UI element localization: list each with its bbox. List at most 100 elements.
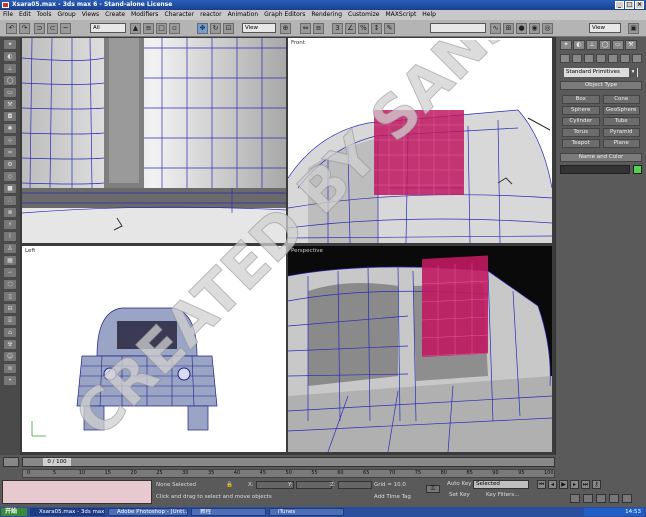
previous-frame-icon[interactable]: ◂	[548, 480, 557, 489]
bind-space-warp-icon[interactable]: ~	[60, 23, 71, 34]
zoom-all-icon[interactable]	[583, 494, 593, 503]
minimize-button[interactable]: _	[615, 1, 624, 9]
character-icon[interactable]: ☺	[4, 352, 16, 361]
select-rotate-icon[interactable]: ↻	[210, 23, 221, 34]
reactor-icon[interactable]: ☢	[4, 340, 16, 349]
start-button[interactable]: 开始	[1, 508, 27, 516]
percent-snap-icon[interactable]: %	[358, 23, 369, 34]
render-last-icon[interactable]: ▣	[628, 23, 639, 34]
viewport-perspective[interactable]: Perspective	[288, 246, 552, 452]
spacewarp-icon[interactable]: ≈	[4, 148, 16, 157]
menu-file[interactable]: File	[3, 10, 13, 20]
left-viewport-label[interactable]: Left	[25, 248, 35, 254]
box-button[interactable]: Box	[562, 95, 600, 104]
utilities-icon[interactable]: ⚒	[4, 100, 16, 109]
named-selection-edit-icon[interactable]: ✎	[384, 23, 395, 34]
select-by-name-icon[interactable]: ≡	[143, 23, 154, 34]
stairs-icon[interactable]: ⌸	[4, 316, 16, 325]
bone-icon[interactable]: ⌇	[4, 232, 16, 241]
menu-help[interactable]: Help	[422, 10, 436, 20]
angle-snap-icon[interactable]: ∠	[345, 23, 356, 34]
menu-rendering[interactable]: Rendering	[311, 10, 342, 20]
select-scale-icon[interactable]: ⊡	[223, 23, 234, 34]
render-scene-icon[interactable]: ◉	[529, 23, 540, 34]
sphere-button[interactable]: Sphere	[562, 106, 600, 115]
task-itunes[interactable]: iTunes	[269, 508, 344, 516]
redo-icon[interactable]: ↷	[19, 23, 30, 34]
motion-tab[interactable]: ◯	[599, 40, 611, 50]
shape-icon[interactable]: ◇	[4, 172, 16, 181]
door-icon[interactable]: ▯	[4, 292, 16, 301]
cone-button[interactable]: Cone	[602, 95, 640, 104]
menu-views[interactable]: Views	[82, 10, 99, 20]
material-editor-icon[interactable]: ●	[516, 23, 527, 34]
create-icon[interactable]: ✦	[4, 40, 16, 49]
quick-render-icon[interactable]: ◎	[542, 23, 553, 34]
selection-filter-dropdown[interactable]: All	[90, 23, 126, 33]
cloth-icon[interactable]: ≋	[4, 364, 16, 373]
link-icon[interactable]: ⊃	[34, 23, 45, 34]
biped-icon[interactable]: ♙	[4, 244, 16, 253]
object-color-swatch[interactable]	[633, 165, 642, 174]
modify-tab[interactable]: ◐	[573, 40, 585, 50]
zoom-icon[interactable]	[570, 494, 580, 503]
object-type-rollout[interactable]: Object Type	[560, 81, 642, 90]
align-icon[interactable]: ≡	[313, 23, 324, 34]
utilities-tab[interactable]: ⚒	[625, 40, 637, 50]
create-tab[interactable]: ✦	[560, 40, 572, 50]
task-3dsmax[interactable]: Xsara05.max - 3ds max ...	[30, 508, 105, 516]
maxscript-listener[interactable]	[2, 480, 152, 504]
undo-icon[interactable]: ↶	[6, 23, 17, 34]
select-object-icon[interactable]: ▲	[130, 23, 141, 34]
perspective-viewport-label[interactable]: Perspective	[291, 248, 323, 254]
auto-key-button[interactable]: Auto Key	[447, 481, 472, 487]
snap-toggle-icon[interactable]: 3	[332, 23, 343, 34]
mini-listener-icon[interactable]	[3, 457, 19, 467]
select-move-icon[interactable]: ✥	[197, 23, 208, 34]
light-icon[interactable]: ✱	[4, 124, 16, 133]
plane-button[interactable]: Plane	[602, 139, 640, 148]
lights-category-icon[interactable]	[584, 54, 594, 63]
pyramid-button[interactable]: Pyramid	[602, 128, 640, 137]
menu-animation[interactable]: Animation	[228, 10, 259, 20]
geometry-category-icon[interactable]	[560, 54, 570, 63]
z-coordinate-field[interactable]	[338, 481, 372, 489]
menu-graph-editors[interactable]: Graph Editors	[264, 10, 305, 20]
orbit-icon[interactable]	[609, 494, 619, 503]
key-icon[interactable]: ⚿	[426, 485, 440, 493]
unlink-icon[interactable]: ⊂	[47, 23, 58, 34]
torus-button[interactable]: Torus	[562, 128, 600, 137]
pan-icon[interactable]	[596, 494, 606, 503]
key-mode-toggle-icon[interactable]: ⚷	[592, 480, 601, 489]
cylinder-button[interactable]: Cylinder	[562, 117, 600, 126]
camera-icon[interactable]: ◘	[4, 112, 16, 121]
viewport-left[interactable]: Left	[22, 246, 286, 452]
motion-icon[interactable]: ◯	[4, 76, 16, 85]
dynamics-icon[interactable]: ⚡	[4, 220, 16, 229]
display-icon[interactable]: ▭	[4, 88, 16, 97]
modify-icon[interactable]: ◐	[4, 52, 16, 61]
task-tutorial[interactable]: 教程	[191, 508, 266, 516]
primitive-type-dropdown[interactable]: Standard Primitives ▾	[564, 68, 638, 77]
menu-edit[interactable]: Edit	[19, 10, 31, 20]
spinner-snap-icon[interactable]: ↕	[371, 23, 382, 34]
helpers-category-icon[interactable]	[608, 54, 618, 63]
play-icon[interactable]: ▶	[559, 480, 568, 489]
key-mode-dropdown[interactable]: Selected	[473, 480, 529, 489]
time-slider-thumb[interactable]: 0 / 100	[43, 458, 71, 466]
menu-customize[interactable]: Customize	[348, 10, 380, 20]
geometry-icon[interactable]: ■	[4, 184, 16, 193]
go-to-start-icon[interactable]: ⏮	[537, 480, 546, 489]
shapes-category-icon[interactable]	[572, 54, 582, 63]
helper-icon[interactable]: ⊹	[4, 136, 16, 145]
hierarchy-tab[interactable]: ⊥	[586, 40, 598, 50]
curve-editor-icon[interactable]: ∿	[490, 23, 501, 34]
extra-tool-icon[interactable]: •	[4, 376, 16, 385]
menu-reactor[interactable]: reactor	[200, 10, 222, 20]
named-selection-field[interactable]	[430, 23, 486, 33]
track-bar[interactable]: 0 5 10 15 20 25 30 35 40 45 50 55 60 65 70 75 80 85 90 95 10…	[22, 469, 555, 478]
mirror-icon[interactable]: ⇔	[300, 23, 311, 34]
menu-maxscript[interactable]: MAXScript	[386, 10, 417, 20]
hierarchy-icon[interactable]: ⊥	[4, 64, 16, 73]
maximize-viewport-icon[interactable]	[622, 494, 632, 503]
